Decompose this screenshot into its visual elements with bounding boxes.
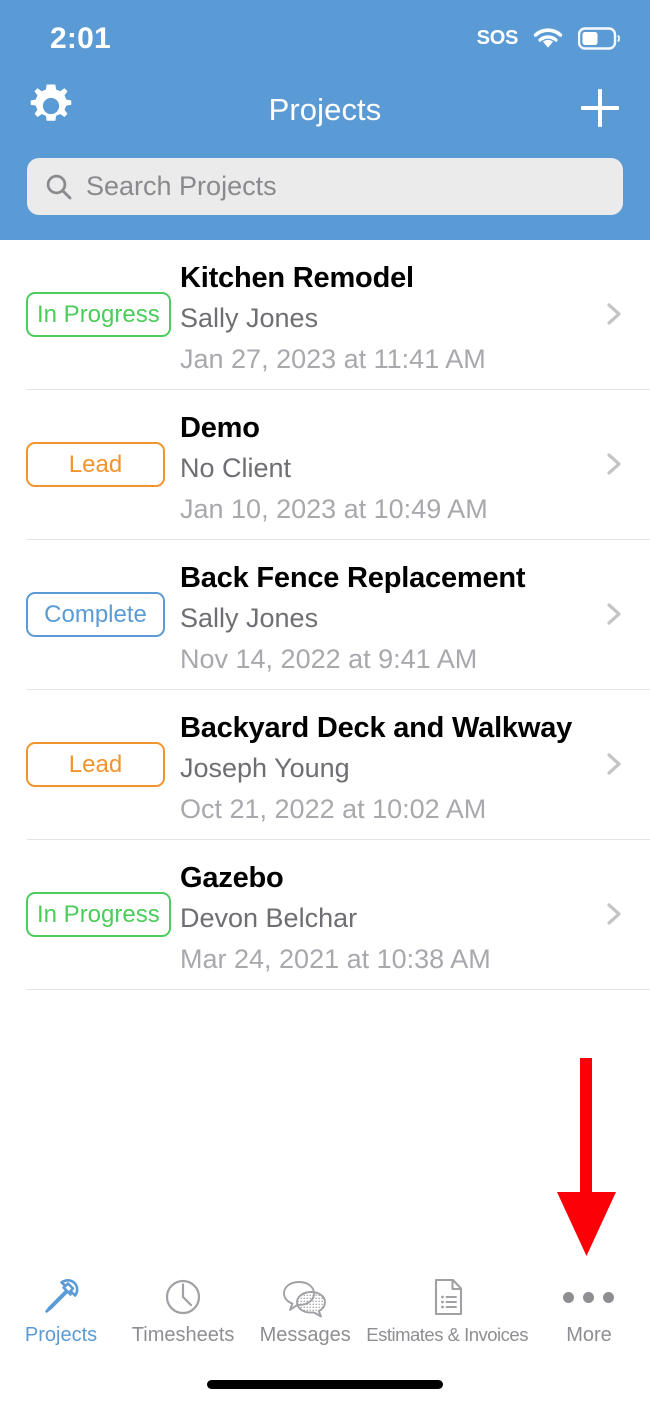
status-bar-time: 2:01 <box>50 22 111 55</box>
tab-label: Estimates & Invoices <box>366 1324 528 1345</box>
table-row[interactable]: Lead Backyard Deck and Walkway Joseph Yo… <box>0 690 650 840</box>
project-date: Mar 24, 2021 at 10:38 AM <box>180 944 491 974</box>
project-date: Nov 14, 2022 at 9:41 AM <box>180 644 478 674</box>
plus-icon <box>572 80 628 136</box>
annotation-down-arrow <box>549 1058 624 1263</box>
chevron-right-icon <box>600 600 628 628</box>
tab-label: Projects <box>24 1324 98 1346</box>
project-title: Back Fence Replacement <box>180 562 526 594</box>
tab-label: More <box>566 1324 612 1346</box>
page-title: Projects <box>268 92 382 127</box>
clock-icon <box>159 1272 207 1322</box>
status-badge: In Progress <box>26 292 171 337</box>
chevron-right-icon <box>600 750 628 778</box>
project-title: Kitchen Remodel <box>180 262 414 294</box>
chevron-right-icon <box>600 900 628 928</box>
project-title: Demo <box>180 412 260 444</box>
tab-label: Timesheets <box>131 1324 235 1346</box>
tab-bar: Projects Timesheets Messages Estimates &… <box>0 1264 650 1362</box>
project-client: Sally Jones <box>180 303 319 333</box>
table-row[interactable]: In Progress Gazebo Devon Belchar Mar 24,… <box>0 840 650 990</box>
chevron-right-icon <box>600 300 628 328</box>
hammer-icon <box>37 1272 85 1322</box>
sos-indicator: SOS <box>476 27 519 49</box>
status-badge: In Progress <box>26 892 171 937</box>
table-row[interactable]: In Progress Kitchen Remodel Sally Jones … <box>0 240 650 390</box>
project-date: Oct 21, 2022 at 10:02 AM <box>180 794 487 824</box>
status-badge: Complete <box>26 592 165 637</box>
app-header: 2:01 SOS Projects Search Projects <box>0 0 650 240</box>
search-input[interactable] <box>86 171 586 202</box>
add-project-button[interactable] <box>572 80 628 136</box>
project-client: Sally Jones <box>180 603 319 633</box>
project-title: Backyard Deck and Walkway <box>180 712 573 744</box>
project-client: No Client <box>180 453 292 483</box>
table-row[interactable]: Complete Back Fence Replacement Sally Jo… <box>0 540 650 690</box>
tab-timesheets[interactable]: Timesheets <box>122 1264 244 1370</box>
ellipsis-icon <box>563 1272 615 1322</box>
chevron-right-icon <box>600 450 628 478</box>
battery-icon <box>578 27 622 50</box>
status-bar-indicators: SOS <box>477 26 622 51</box>
home-indicator <box>207 1380 443 1389</box>
tab-label: Messages <box>259 1324 351 1346</box>
status-badge: Lead <box>26 742 165 787</box>
navigation-bar: Projects <box>0 66 650 150</box>
phone-screen: 2:01 SOS Projects Search Projects In Pro… <box>0 0 650 1407</box>
tab-more[interactable]: More <box>528 1264 650 1370</box>
status-badge: Lead <box>26 442 165 487</box>
document-list-icon <box>423 1272 471 1322</box>
project-date: Jan 10, 2023 at 10:49 AM <box>180 494 488 524</box>
tab-messages[interactable]: Messages <box>244 1264 366 1370</box>
projects-list: In Progress Kitchen Remodel Sally Jones … <box>0 240 650 990</box>
chat-bubbles-icon <box>279 1272 331 1322</box>
wifi-icon <box>531 26 565 51</box>
tab-projects[interactable]: Projects <box>0 1264 122 1370</box>
project-client: Joseph Young <box>180 753 350 783</box>
row-divider <box>27 989 650 990</box>
table-row[interactable]: Lead Demo No Client Jan 10, 2023 at 10:4… <box>0 390 650 540</box>
project-client: Devon Belchar <box>180 903 358 933</box>
project-title: Gazebo <box>180 862 284 894</box>
status-bar: 2:01 SOS <box>0 0 650 66</box>
tab-estimates-invoices[interactable]: Estimates & Invoices <box>366 1264 528 1370</box>
search-icon <box>44 172 74 202</box>
project-date: Jan 27, 2023 at 11:41 AM <box>180 344 486 374</box>
search-bar[interactable] <box>27 158 623 215</box>
